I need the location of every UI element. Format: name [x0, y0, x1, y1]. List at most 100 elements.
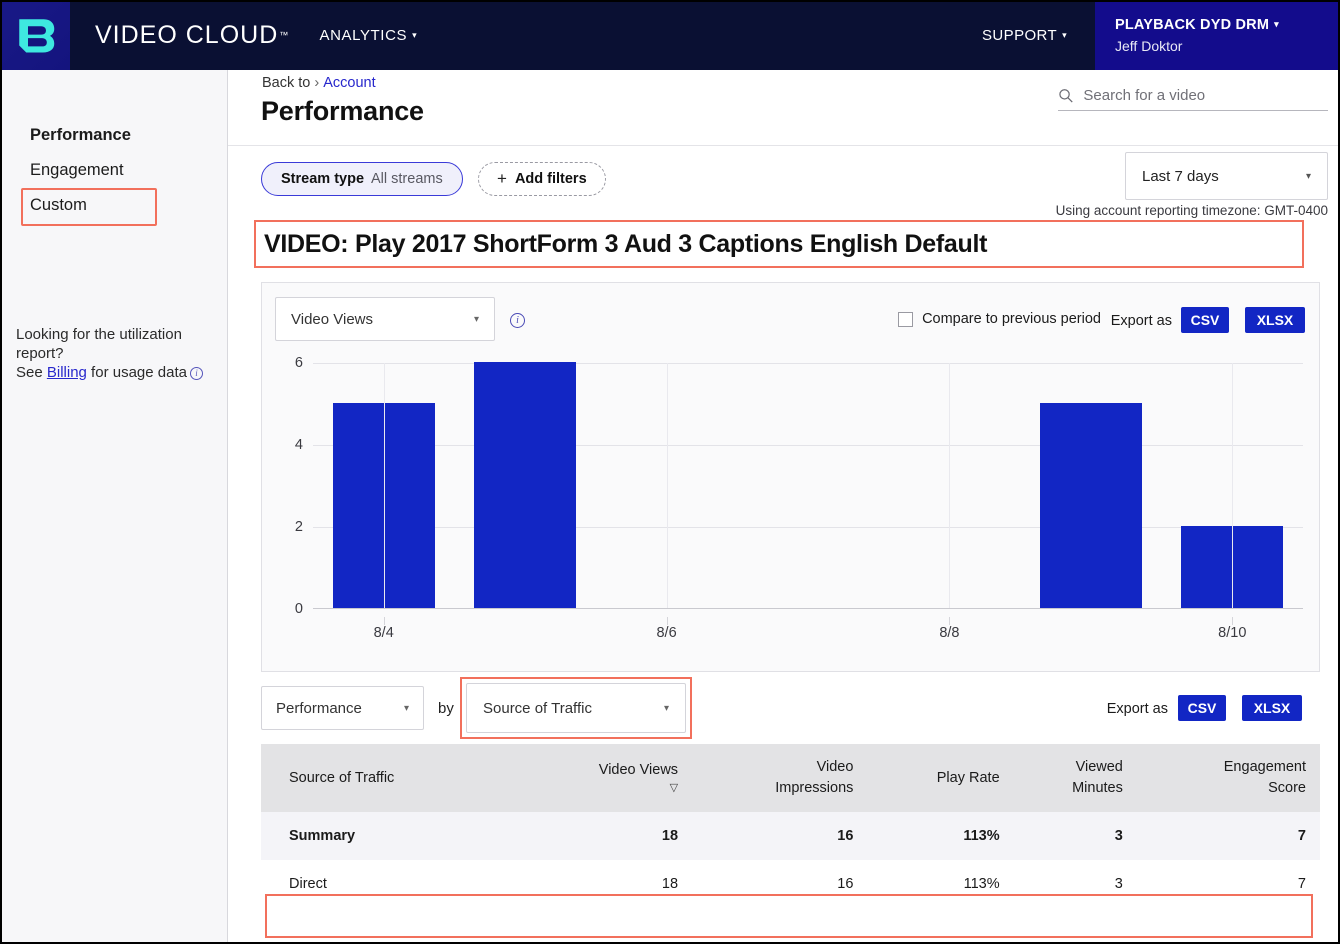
account-name-label: PLAYBACK DYD DRM [1115, 17, 1269, 33]
breadcrumb-separator-icon: › [314, 75, 319, 91]
metric-select[interactable]: Video Views ▾ [275, 297, 495, 341]
trademark-symbol: ™ [279, 30, 289, 40]
x-axis-tick [1232, 617, 1233, 625]
plus-icon: + [497, 169, 507, 189]
column-label: Engagement [1137, 757, 1306, 778]
cell-video-views: 18 [515, 860, 692, 908]
column-label-line2: Impressions [692, 778, 853, 799]
column-label: Source of Traffic [289, 770, 394, 786]
add-filters-button[interactable]: + Add filters [478, 162, 606, 196]
sidebar-item-performance[interactable]: Performance [0, 118, 227, 153]
x-axis-tick [384, 617, 385, 625]
table-export-csv-button[interactable]: CSV [1178, 695, 1226, 721]
nav-support-label: SUPPORT [982, 27, 1057, 44]
performance-data-table: Source of Traffic Video Views ▽ Video Im… [261, 744, 1320, 908]
chart-vertical-gridline [384, 363, 385, 608]
table-body: Summary 18 16 113% 3 7 Direct 18 16 113%… [261, 812, 1320, 908]
utilization-note-line2: See Billing for usage datai [16, 364, 221, 383]
info-icon[interactable]: i [510, 313, 525, 328]
column-label-line2: Minutes [1014, 778, 1123, 799]
utilization-note-line1: Looking for the utilization report? [16, 326, 221, 364]
stream-type-filter-pill[interactable]: Stream type All streams [261, 162, 463, 196]
column-header-video-impressions[interactable]: Video Impressions [692, 744, 867, 812]
cell-play-rate: 113% [867, 812, 1013, 860]
chart-vertical-gridline [1232, 363, 1233, 608]
column-label-line2: Score [1137, 778, 1306, 799]
top-navigation-bar: VIDEO CLOUD ™ ANALYTICS ▾ SUPPORT ▾ PLAY… [0, 0, 1340, 70]
brightcove-logo-icon[interactable] [0, 0, 70, 70]
date-range-select[interactable]: Last 7 days ▾ [1125, 152, 1328, 200]
billing-link[interactable]: Billing [47, 364, 87, 381]
breadcrumb-back-label: Back to [262, 75, 310, 91]
video-title-text: VIDEO: Play 2017 ShortForm 3 Aud 3 Capti… [264, 230, 987, 259]
chart-bar[interactable] [1040, 403, 1142, 608]
account-name-row: PLAYBACK DYD DRM ▾ [1115, 17, 1340, 33]
compare-checkbox[interactable] [898, 312, 913, 327]
stream-type-value: All streams [371, 171, 443, 187]
table-row[interactable]: Direct 18 16 113% 3 7 [261, 860, 1320, 908]
highlight-box-video-title: VIDEO: Play 2017 ShortForm 3 Aud 3 Capti… [254, 220, 1304, 268]
sidebar-item-engagement[interactable]: Engagement [0, 153, 227, 188]
dimension-select[interactable]: Source of Traffic ▾ [466, 683, 686, 733]
column-header-viewed-minutes[interactable]: Viewed Minutes [1014, 744, 1137, 812]
compare-previous-period-toggle[interactable]: Compare to previous period [898, 311, 1101, 327]
cell-engagement-score: 7 [1137, 860, 1320, 908]
table-export-xlsx-button[interactable]: XLSX [1242, 695, 1302, 721]
search-container[interactable] [1058, 87, 1328, 111]
account-menu[interactable]: PLAYBACK DYD DRM ▾ Jeff Doktor [1095, 0, 1340, 70]
column-header-play-rate[interactable]: Play Rate [867, 744, 1013, 812]
main-content: Back to›Account Performance Stream type … [228, 70, 1340, 944]
account-user-label: Jeff Doktor [1115, 38, 1340, 54]
x-axis-tick-label: 8/10 [1218, 625, 1246, 641]
report-type-select[interactable]: Performance ▾ [261, 686, 424, 730]
chevron-down-icon: ▾ [1062, 31, 1067, 40]
see-label: See [16, 364, 47, 381]
chart-export-csv-button[interactable]: CSV [1181, 307, 1229, 333]
bar-chart: 02468/48/68/88/10 [278, 355, 1303, 655]
page-title: Performance [261, 96, 424, 127]
search-input[interactable] [1083, 87, 1328, 104]
page-header: Back to›Account Performance [228, 70, 1340, 146]
breadcrumb-account-link[interactable]: Account [323, 75, 375, 91]
chart-export-xlsx-button[interactable]: XLSX [1245, 307, 1305, 333]
date-range-value: Last 7 days [1142, 168, 1219, 185]
sidebar-item-label: Engagement [30, 161, 124, 179]
sort-descending-icon: ▽ [515, 781, 678, 797]
x-axis-tick-label: 8/6 [656, 625, 676, 641]
cell-video-impressions: 16 [692, 860, 867, 908]
nav-support-menu[interactable]: SUPPORT ▾ [982, 0, 1095, 70]
by-label: by [438, 700, 454, 717]
chart-bar[interactable] [474, 362, 576, 608]
table-header-row: Source of Traffic Video Views ▽ Video Im… [261, 744, 1320, 812]
x-axis-tick-label: 8/4 [374, 625, 394, 641]
compare-label: Compare to previous period [922, 311, 1101, 327]
cell-engagement-score: 7 [1137, 812, 1320, 860]
x-axis-tick-label: 8/8 [939, 625, 959, 641]
column-header-engagement-score[interactable]: Engagement Score [1137, 744, 1320, 812]
logo-b-icon [14, 14, 56, 56]
x-axis-tick [667, 617, 668, 625]
sidebar-item-label: Custom [30, 196, 87, 214]
column-header-video-views[interactable]: Video Views ▽ [515, 744, 692, 812]
x-axis-tick [949, 617, 950, 625]
timezone-note: Using account reporting timezone: GMT-04… [1056, 203, 1328, 218]
search-icon [1058, 87, 1073, 104]
sidebar-item-label: Performance [30, 126, 131, 144]
table-row-summary: Summary 18 16 113% 3 7 [261, 812, 1320, 860]
column-header-source-of-traffic[interactable]: Source of Traffic [261, 744, 515, 812]
nav-analytics-label: ANALYTICS [319, 27, 407, 44]
y-axis-tick-label: 6 [275, 355, 303, 371]
sidebar-utilization-note: Looking for the utilization report? See … [16, 326, 221, 383]
nav-analytics-menu[interactable]: ANALYTICS ▾ [319, 0, 417, 70]
info-icon[interactable]: i [190, 367, 203, 380]
cell-viewed-minutes: 3 [1014, 860, 1137, 908]
add-filters-label: Add filters [515, 171, 587, 187]
sidebar-item-custom[interactable]: Custom [0, 188, 227, 223]
chart-gridline [313, 527, 1303, 528]
chart-export-label: Export as [1111, 313, 1172, 329]
cell-video-views: 18 [515, 812, 692, 860]
app-window: VIDEO CLOUD ™ ANALYTICS ▾ SUPPORT ▾ PLAY… [0, 0, 1340, 944]
chevron-down-icon: ▾ [664, 703, 669, 714]
cell-name: Direct [261, 860, 515, 908]
cell-viewed-minutes: 3 [1014, 812, 1137, 860]
